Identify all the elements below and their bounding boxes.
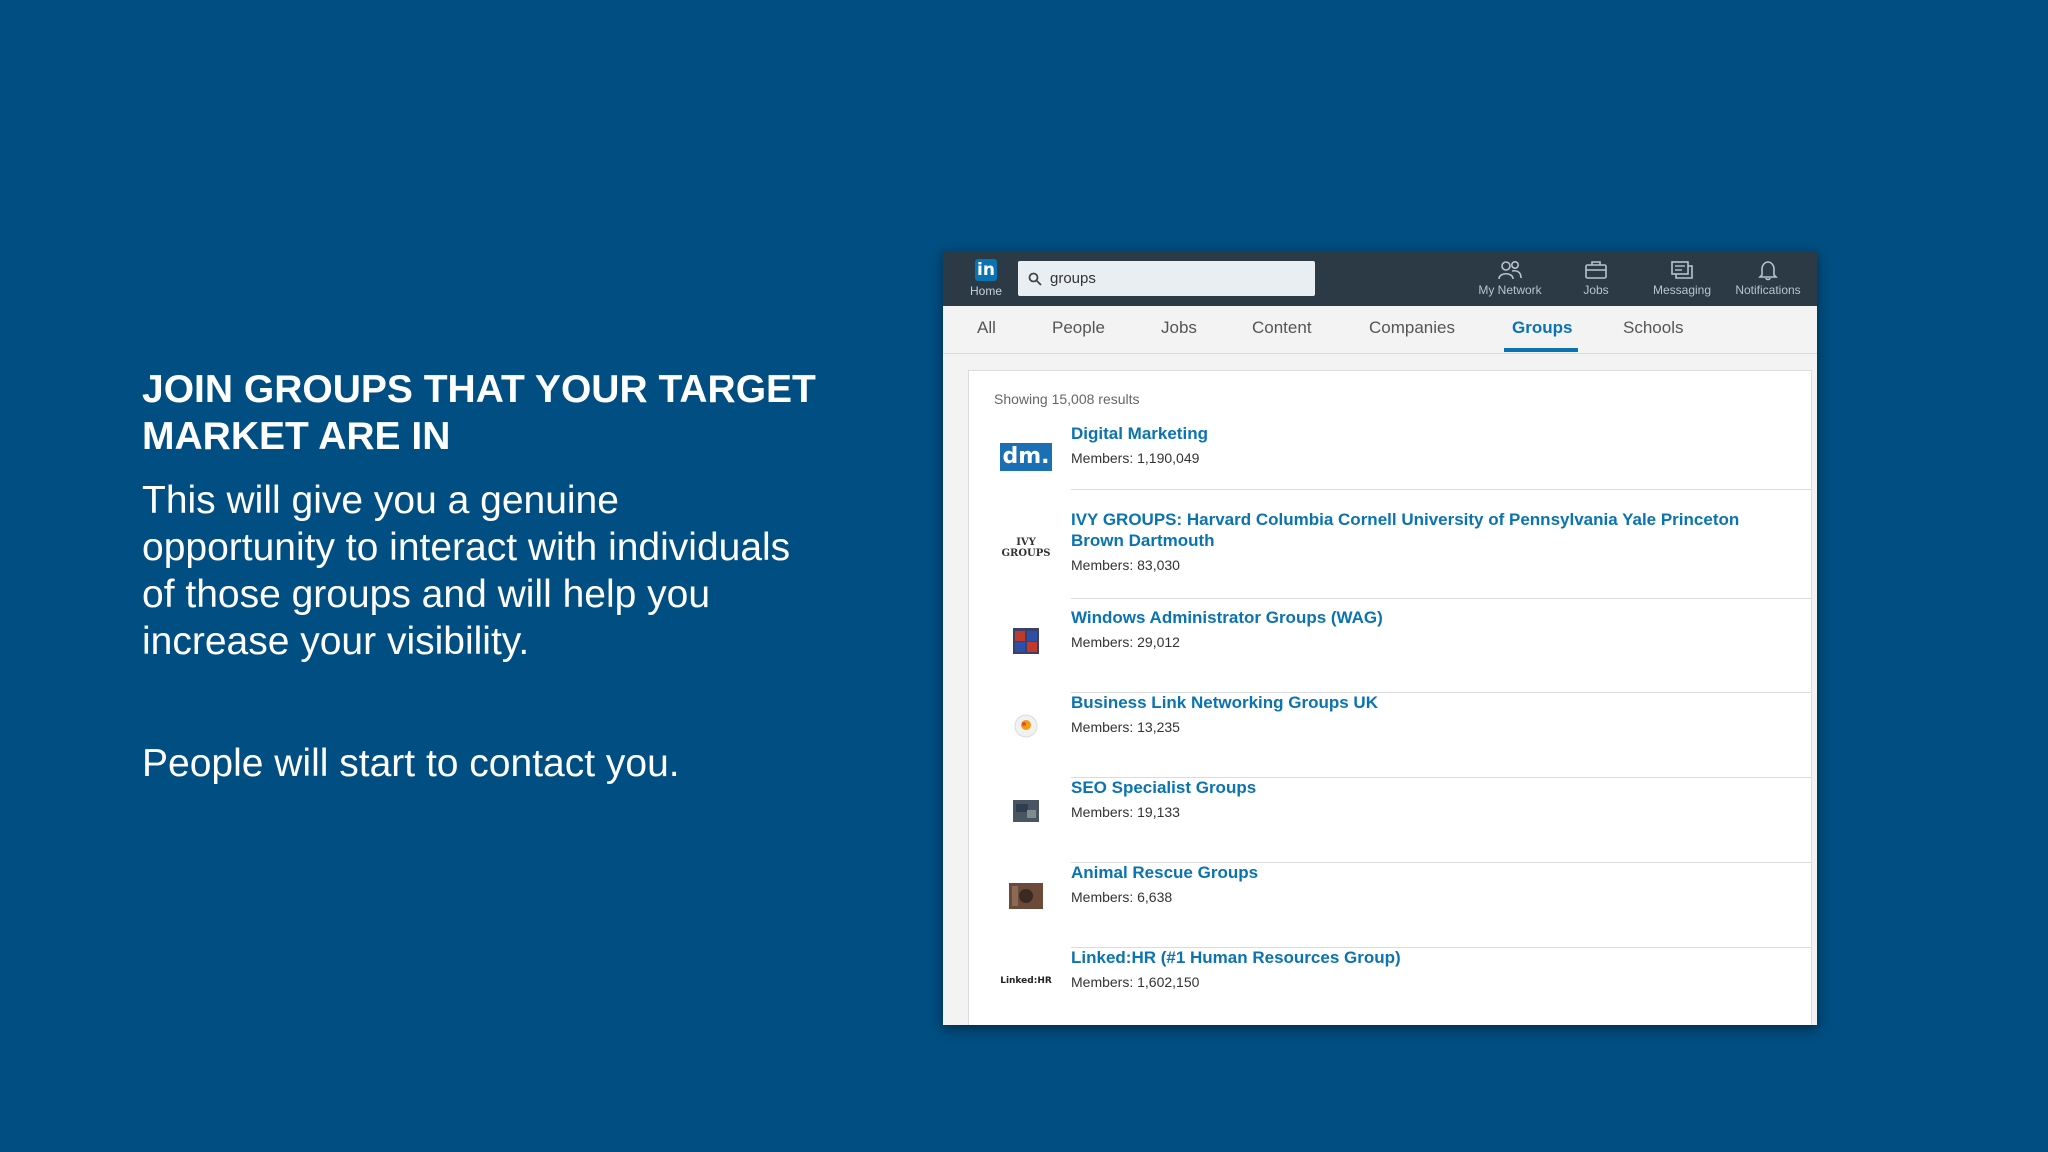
group-name-link[interactable]: Linked:HR (#1 Human Resources Group) (1071, 947, 1791, 968)
nav-my-network[interactable]: My Network (1467, 259, 1553, 297)
nav-jobs[interactable]: Jobs (1553, 259, 1639, 297)
messaging-icon (1671, 261, 1693, 279)
tab-groups[interactable]: Groups (1512, 318, 1572, 338)
group-logo[interactable]: dm. (999, 440, 1053, 474)
top-navigation-bar: in Home My Network (943, 251, 1817, 306)
group-name-link[interactable]: SEO Specialist Groups (1071, 777, 1791, 798)
tab-all[interactable]: All (977, 318, 996, 338)
group-members: Members: 13,235 (1071, 719, 1180, 735)
group-logo[interactable]: Linked:HR (999, 964, 1053, 998)
my-network-icon (1498, 260, 1522, 280)
group-members: Members: 83,030 (1071, 557, 1180, 573)
briefcase-icon (1585, 261, 1607, 279)
group-name-link[interactable]: Windows Administrator Groups (WAG) (1071, 607, 1791, 628)
seo-specialist-logo (1013, 800, 1039, 822)
group-logo[interactable] (999, 709, 1053, 743)
results-panel: Showing 15,008 results dm. Digital Marke… (968, 370, 1812, 1025)
search-icon (1028, 272, 1042, 286)
nav-jobs-label: Jobs (1583, 283, 1609, 297)
home-label: Home (969, 284, 1002, 298)
nav-notifications-label: Notifications (1735, 283, 1801, 297)
active-tab-indicator (1504, 348, 1578, 352)
tab-schools[interactable]: Schools (1623, 318, 1683, 338)
search-filter-tabs: All People Jobs Content Companies Groups… (943, 306, 1817, 354)
slide-body-text: This will give you a genuine opportunity… (142, 479, 791, 663)
group-logo[interactable] (999, 794, 1053, 828)
home-nav-item[interactable]: in Home (961, 259, 1011, 298)
digital-marketing-logo: dm. (1000, 443, 1052, 471)
divider (1071, 489, 1811, 490)
tab-jobs[interactable]: Jobs (1161, 318, 1197, 338)
group-logo[interactable]: IVY GROUPS (999, 531, 1053, 565)
divider (1071, 598, 1811, 599)
business-link-logo (1014, 714, 1038, 738)
group-logo[interactable] (999, 624, 1053, 658)
linked-hr-logo: Linked:HR (1000, 976, 1052, 986)
search-input[interactable] (1048, 269, 1302, 288)
tab-companies[interactable]: Companies (1369, 318, 1455, 338)
nav-messaging[interactable]: Messaging (1639, 259, 1725, 297)
group-members: Members: 19,133 (1071, 804, 1180, 820)
group-members: Members: 29,012 (1071, 634, 1180, 650)
search-box[interactable] (1018, 261, 1315, 296)
group-name-link[interactable]: Business Link Networking Groups UK (1071, 692, 1791, 713)
animal-rescue-logo (1009, 883, 1043, 909)
nav-messaging-label: Messaging (1652, 283, 1712, 297)
group-logo[interactable] (999, 879, 1053, 913)
tab-people[interactable]: People (1052, 318, 1105, 338)
group-name-link[interactable]: IVY GROUPS: Harvard Columbia Cornell Uni… (1071, 509, 1791, 551)
group-name-link[interactable]: Digital Marketing (1071, 423, 1791, 444)
slide-body-text-2: People will start to contact you. (142, 742, 680, 785)
results-count: Showing 15,008 results (994, 391, 1140, 407)
nav-notifications[interactable]: Notifications (1725, 259, 1811, 297)
windows-admin-logo (1013, 628, 1039, 654)
group-members: Members: 1,602,150 (1071, 974, 1200, 990)
ivy-groups-logo: IVY GROUPS (1001, 537, 1051, 559)
group-members: Members: 6,638 (1071, 889, 1173, 905)
nav-my-network-label: My Network (1478, 283, 1542, 297)
group-name-link[interactable]: Animal Rescue Groups (1071, 862, 1791, 883)
nav-icons: My Network Jobs Messaging Notifications (1467, 259, 1811, 297)
tab-content[interactable]: Content (1252, 318, 1312, 338)
group-members: Members: 1,190,049 (1071, 450, 1200, 466)
slide-heading: JOIN GROUPS THAT YOUR TARGET MARKET ARE … (142, 368, 816, 458)
linkedin-logo-icon: in (975, 259, 997, 281)
bell-icon (1758, 261, 1778, 281)
linkedin-screenshot: in Home My Network (943, 251, 1817, 1025)
